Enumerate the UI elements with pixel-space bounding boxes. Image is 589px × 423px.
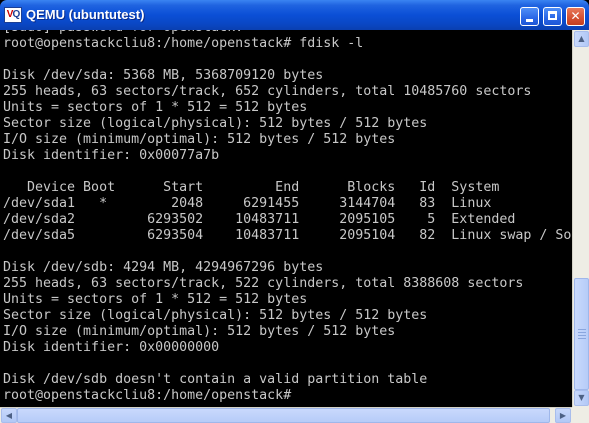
maximize-icon <box>548 11 557 20</box>
close-button[interactable]: ✕ <box>566 7 585 26</box>
console-line: Sector size (logical/physical): 512 byte… <box>3 116 428 131</box>
grip-line <box>578 329 586 330</box>
console-line: root@openstackcliu8:/home/openstack# fdi… <box>3 36 364 51</box>
maximize-button[interactable] <box>543 7 562 26</box>
console-line: Device Boot Start End Blocks Id System <box>3 180 500 195</box>
horizontal-scrollbar[interactable]: ◀ ▶ <box>0 407 572 423</box>
console-line: Disk identifier: 0x00077a7b <box>3 148 220 163</box>
arrow-down-icon: ▼ <box>578 393 585 402</box>
console-line: 255 heads, 63 sectors/track, 522 cylinde… <box>3 276 524 291</box>
grip-line <box>578 338 586 339</box>
close-icon: ✕ <box>570 9 581 23</box>
scroll-right-button[interactable]: ▶ <box>555 408 571 423</box>
console-line: I/O size (minimum/optimal): 512 bytes / … <box>3 132 396 147</box>
console-line: Disk identifier: 0x00000000 <box>3 340 220 355</box>
grip-line <box>578 332 586 333</box>
console-line: I/O size (minimum/optimal): 512 bytes / … <box>3 324 396 339</box>
console-line: Disk /dev/sda: 5368 MB, 5368709120 bytes <box>3 68 324 83</box>
minimize-button[interactable] <box>520 7 539 26</box>
grip-line <box>578 335 586 336</box>
console-line: Disk /dev/sdb: 4294 MB, 4294967296 bytes <box>3 260 324 275</box>
arrow-left-icon: ◀ <box>5 411 13 420</box>
console-line: root@openstackcliu8:/home/openstack# <box>3 388 292 403</box>
console-line: Units = sectors of 1 * 512 = 512 bytes <box>3 292 308 307</box>
vertical-scrollbar[interactable]: ▲ ▼ <box>572 30 589 407</box>
console-line: Units = sectors of 1 * 512 = 512 bytes <box>3 100 308 115</box>
scroll-up-button[interactable]: ▲ <box>574 31 589 47</box>
console-output: [sudo] password for openstack: root@open… <box>3 30 572 404</box>
qemu-app-icon[interactable]: VQ <box>4 7 22 23</box>
window-title: QEMU (ubuntutest) <box>26 7 145 22</box>
vertical-scroll-thumb[interactable] <box>574 278 589 390</box>
arrow-right-icon: ▶ <box>559 411 567 420</box>
horizontal-scroll-thumb[interactable] <box>17 408 550 423</box>
arrow-up-icon: ▲ <box>578 34 585 43</box>
console-line: Disk /dev/sdb doesn't contain a valid pa… <box>3 372 428 387</box>
console-line: /dev/sda1 * 2048 6291455 3144704 83 Linu… <box>3 196 492 211</box>
console-line: /dev/sda5 6293504 10483711 2095104 82 Li… <box>3 228 572 243</box>
scrollbar-corner <box>572 407 589 423</box>
console-screen[interactable]: [sudo] password for openstack: root@open… <box>0 30 572 407</box>
scroll-down-button[interactable]: ▼ <box>574 390 589 406</box>
scroll-left-button[interactable]: ◀ <box>1 408 17 423</box>
minimize-icon <box>526 19 533 22</box>
console-line: Sector size (logical/physical): 512 byte… <box>3 308 428 323</box>
title-bar[interactable]: VQ QEMU (ubuntutest) ✕ <box>0 0 589 30</box>
console-line: [sudo] password for openstack: <box>3 30 243 35</box>
console-line: /dev/sda2 6293502 10483711 2095105 5 Ext… <box>3 212 516 227</box>
console-line: 255 heads, 63 sectors/track, 652 cylinde… <box>3 84 532 99</box>
